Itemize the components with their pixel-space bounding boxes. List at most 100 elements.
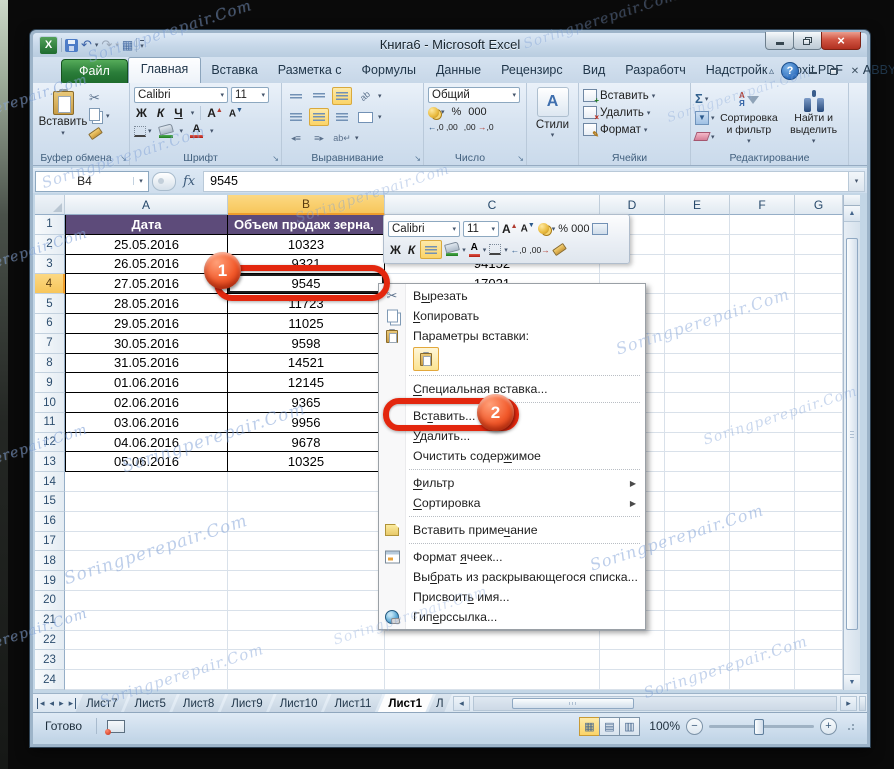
cell-g8[interactable] (795, 353, 843, 374)
cell-g2[interactable] (795, 234, 843, 255)
cell-a24[interactable] (65, 670, 228, 690)
delete-cells-button[interactable]: Удалить▾ (583, 106, 686, 122)
qat-customize-icon[interactable]: ▾ (140, 40, 144, 50)
row-header-1[interactable]: 1 (35, 215, 65, 235)
sheet-tab-лист7[interactable]: Лист7 (75, 694, 128, 713)
row-header-17[interactable]: 17 (35, 531, 65, 552)
tab-рецензирс[interactable]: Рецензирс (491, 58, 573, 83)
cell-e21[interactable] (665, 610, 730, 631)
row-header-6[interactable]: 6 (35, 313, 65, 334)
cut-icon[interactable]: ✂ (89, 90, 100, 106)
number-format-combo[interactable]: Общий ▾ (428, 87, 520, 103)
cell-b12[interactable]: 9678 (228, 432, 385, 453)
cell-f6[interactable] (730, 313, 795, 334)
cell-a2[interactable]: 25.05.2016 (65, 234, 228, 255)
fill-color-button[interactable] (157, 122, 174, 138)
cell-a4[interactable]: 27.05.2016 (65, 274, 228, 295)
horizontal-scrollbar[interactable] (472, 696, 837, 711)
cell-a15[interactable] (65, 492, 228, 512)
hscroll-left-icon[interactable]: ◂ (452, 696, 470, 711)
column-header-c[interactable]: C (385, 195, 600, 215)
cell-b1[interactable]: Объем продаж зерна, (228, 215, 385, 235)
cell-a18[interactable] (65, 551, 228, 572)
cell-f19[interactable] (730, 571, 795, 592)
cell-b2[interactable]: 10323 (228, 234, 385, 255)
cell-d23[interactable] (600, 650, 665, 671)
tab-данные[interactable]: Данные (426, 58, 491, 83)
align-right-icon[interactable] (332, 108, 352, 126)
orientation-icon[interactable]: ab (355, 87, 375, 105)
name-box[interactable]: B4 ▾ (35, 170, 149, 192)
select-all-corner[interactable] (35, 195, 65, 215)
menu-item-формат-ячеек[interactable]: Формат ячеек... (379, 547, 645, 567)
decrease-decimal-icon[interactable]: ,00 →,0 (464, 122, 494, 132)
sheet-tab-лист9[interactable]: Лист9 (220, 694, 273, 713)
cell-f24[interactable] (730, 670, 795, 690)
menu-item-фильтр[interactable]: Фильтр ▶ (379, 473, 645, 493)
cell-e18[interactable] (665, 551, 730, 572)
wrap-text-icon[interactable]: ab↵ (332, 129, 352, 147)
sheet-tab-лист8[interactable]: Лист8 (172, 694, 225, 713)
increase-decimal-icon[interactable]: ←,0 ,00 (428, 122, 458, 132)
cell-a16[interactable] (65, 511, 228, 532)
mini-italic-button[interactable]: К (406, 243, 417, 257)
cell-a7[interactable]: 30.05.2016 (65, 333, 228, 354)
accounting-format-icon[interactable]: ▾ (428, 106, 445, 118)
cell-g10[interactable] (795, 393, 843, 413)
cell-g15[interactable] (795, 492, 843, 512)
column-header-e[interactable]: E (665, 195, 730, 215)
cell-d22[interactable] (600, 630, 665, 651)
cell-g22[interactable] (795, 630, 843, 651)
cell-b17[interactable] (228, 531, 385, 552)
mini-grow-font-button[interactable]: А▲ (502, 222, 518, 236)
scroll-up-icon[interactable]: ▲ (844, 206, 860, 222)
cell-f15[interactable] (730, 492, 795, 512)
row-header-8[interactable]: 8 (35, 353, 65, 374)
workbook-close-icon[interactable]: ✕ (848, 65, 862, 77)
mini-font-color-button[interactable]: А (468, 242, 480, 257)
cell-b16[interactable] (228, 511, 385, 532)
row-header-22[interactable]: 22 (35, 630, 65, 651)
redo-icon[interactable]: ↷ (101, 38, 112, 52)
name-box-caret[interactable]: ▾ (133, 177, 148, 185)
cell-b10[interactable]: 9365 (228, 393, 385, 413)
mini-thousands-button[interactable]: 000 (571, 223, 589, 235)
mini-shrink-font-button[interactable]: А▼ (521, 222, 535, 234)
cell-e16[interactable] (665, 511, 730, 532)
workbook-restore-icon[interactable] (827, 65, 841, 77)
row-header-11[interactable]: 11 (35, 412, 65, 433)
cell-a10[interactable]: 02.06.2016 (65, 393, 228, 413)
font-color-button[interactable]: А (190, 124, 204, 138)
cell-f9[interactable] (730, 373, 795, 394)
comma-style-button[interactable]: 000 (468, 106, 486, 118)
cell-b13[interactable]: 10325 (228, 452, 385, 473)
cell-c23[interactable] (385, 650, 600, 671)
cell-e5[interactable] (665, 294, 730, 314)
styles-button-label[interactable]: Стили (536, 119, 569, 131)
cell-f20[interactable] (730, 591, 795, 611)
horizontal-scroll-thumb[interactable] (511, 698, 634, 709)
tab-главная[interactable]: Главная (127, 57, 202, 83)
cell-b24[interactable] (228, 670, 385, 690)
cell-g21[interactable] (795, 610, 843, 631)
decrease-indent-icon[interactable]: ◂≡ (286, 129, 306, 147)
cell-e6[interactable] (665, 313, 730, 334)
tab-вставка[interactable]: Вставка (201, 58, 267, 83)
first-sheet-icon[interactable]: ◂ (37, 698, 47, 709)
zoom-out-icon[interactable]: − (686, 717, 703, 735)
mini-format-painter-icon[interactable] (551, 242, 567, 257)
align-center-icon[interactable] (309, 108, 329, 126)
row-header-15[interactable]: 15 (35, 492, 65, 512)
cell-b11[interactable]: 9956 (228, 412, 385, 433)
mini-font-size-combo[interactable]: 11 ▾ (463, 220, 499, 237)
cell-g13[interactable] (795, 452, 843, 473)
cell-b14[interactable] (228, 472, 385, 493)
cell-a21[interactable] (65, 610, 228, 631)
cell-g20[interactable] (795, 591, 843, 611)
menu-item-копировать[interactable]: Копировать (379, 306, 645, 326)
number-dialog-launcher[interactable]: ↘ (517, 154, 524, 163)
page-layout-view-icon[interactable]: ▤ (599, 716, 620, 736)
tab-splitter[interactable] (859, 696, 866, 711)
cell-b23[interactable] (228, 650, 385, 671)
menu-item-вставить-примечание[interactable]: Вставить примечание (379, 520, 645, 540)
